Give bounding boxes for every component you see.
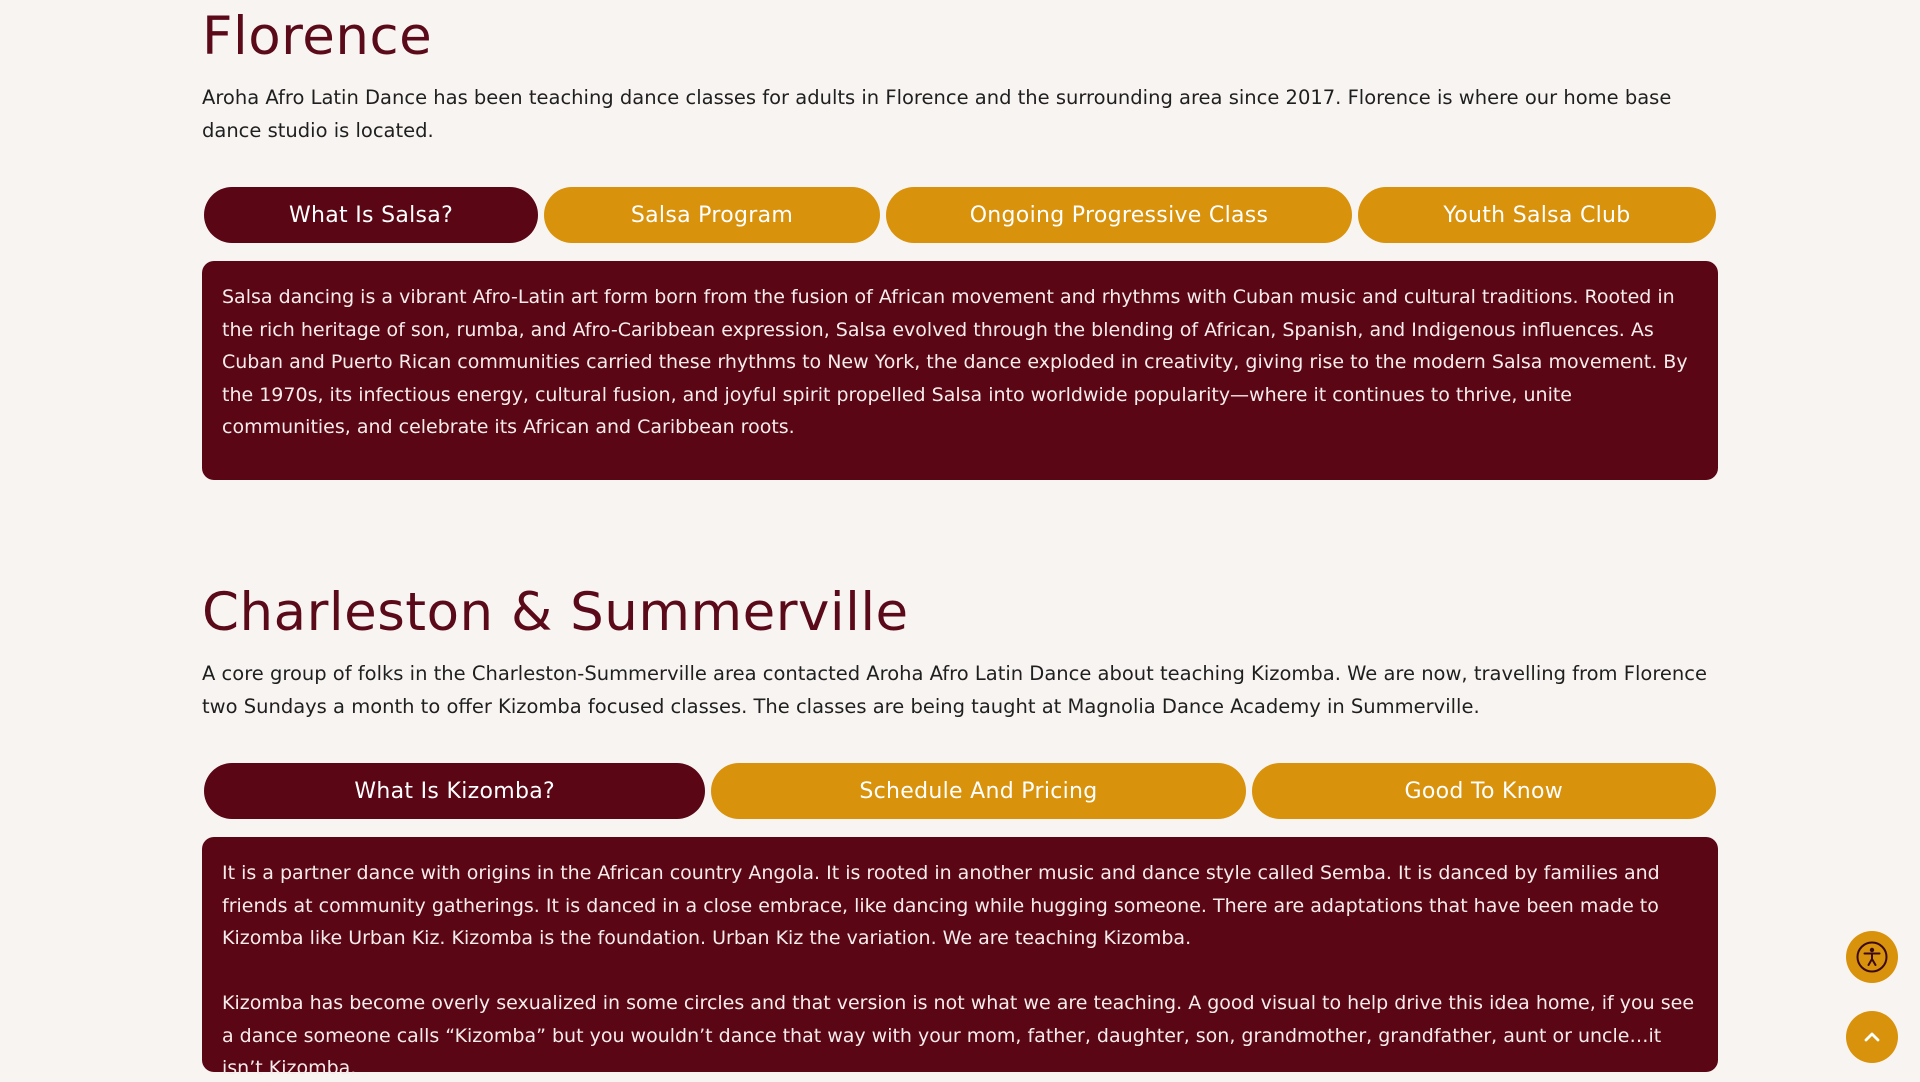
florence-tab-panel: Salsa dancing is a vibrant Afro-Latin ar…: [202, 261, 1718, 480]
kizomba-paragraph: It is a partner dance with origins in th…: [222, 862, 1660, 949]
florence-heading: Florence: [202, 6, 433, 67]
tab-ongoing-progressive-class[interactable]: Ongoing Progressive Class: [886, 187, 1352, 243]
accessibility-icon: [1856, 941, 1888, 973]
tab-schedule-and-pricing[interactable]: Schedule And Pricing: [711, 763, 1246, 819]
page: Florence Aroha Afro Latin Dance has been…: [0, 0, 1920, 1082]
tab-salsa-program[interactable]: Salsa Program: [544, 187, 880, 243]
chevron-up-icon: [1864, 1032, 1880, 1042]
charleston-section: Charleston & Summerville A core group of…: [202, 582, 1718, 1079]
florence-section: Florence Aroha Afro Latin Dance has been…: [202, 6, 1718, 480]
scroll-to-top-button[interactable]: [1846, 1011, 1898, 1063]
salsa-description: Salsa dancing is a vibrant Afro-Latin ar…: [222, 286, 1688, 438]
charleston-heading: Charleston & Summerville: [202, 582, 909, 643]
florence-intro: Aroha Afro Latin Dance has been teaching…: [202, 86, 1672, 142]
charleston-tab-panel: It is a partner dance with origins in th…: [202, 837, 1718, 1079]
tab-what-is-salsa[interactable]: What Is Salsa?: [204, 187, 538, 243]
accessibility-button[interactable]: [1846, 931, 1898, 983]
tab-youth-salsa-club[interactable]: Youth Salsa Club: [1358, 187, 1716, 243]
kizomba-paragraph: Kizomba has become overly sexualized in …: [222, 992, 1695, 1079]
tab-good-to-know[interactable]: Good To Know: [1251, 763, 1716, 819]
charleston-intro: A core group of folks in the Charleston-…: [202, 662, 1707, 718]
florence-tabs: What Is Salsa? Salsa Program Ongoing Pro…: [202, 187, 1716, 243]
charleston-tabs: What Is Kizomba? Schedule And Pricing Go…: [202, 763, 1716, 819]
tab-what-is-kizomba[interactable]: What Is Kizomba?: [204, 763, 706, 819]
